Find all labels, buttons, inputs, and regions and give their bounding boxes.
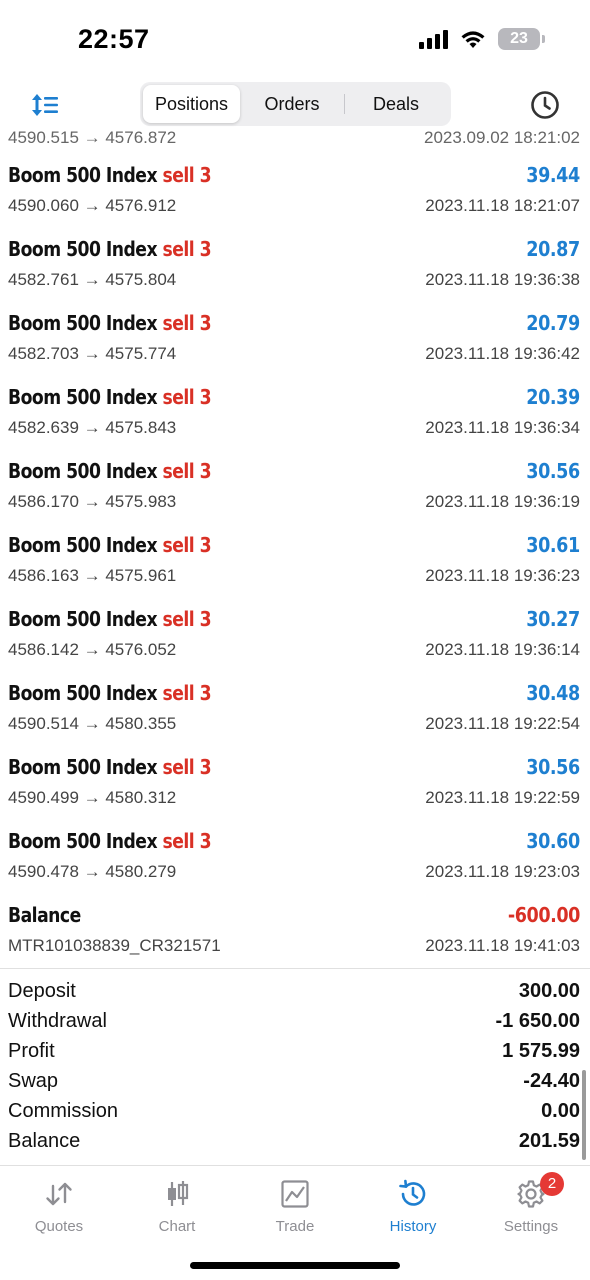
deal-title: Boom 500 Index sell 3 (8, 607, 212, 631)
summary-value: 201.59 (518, 1130, 580, 1152)
balance-title: Balance (8, 903, 81, 927)
summary-label: Withdrawal (8, 1010, 107, 1032)
deal-profit: 30.56 (526, 755, 581, 779)
cellular-signal-icon (419, 29, 448, 49)
tab-trade[interactable]: Trade (236, 1178, 354, 1244)
status-bar: 22:57 23 (0, 0, 590, 80)
summary-row-withdrawal: Withdrawal -1 650.00 (0, 1006, 590, 1036)
summary-label: Deposit (8, 980, 76, 1002)
deal-action: sell 3 (162, 681, 212, 705)
battery-icon: 23 (498, 28, 545, 50)
deal-title: Boom 500 Index sell 3 (8, 311, 212, 335)
list-item[interactable]: Boom 500 Index sell 3 4582.639 → 4575.84… (0, 350, 590, 437)
deal-title: Boom 500 Index sell 3 (8, 237, 212, 261)
tab-label: Chart (158, 1218, 196, 1235)
summary-row-swap: Swap -24.40 (0, 1066, 590, 1096)
deal-action: sell 3 (162, 533, 212, 557)
tab-settings[interactable]: 2 Settings (472, 1172, 590, 1244)
summary-label: Swap (8, 1070, 59, 1092)
quotes-arrows-icon (46, 1182, 72, 1206)
summary-label: Profit (8, 1040, 55, 1062)
home-indicator[interactable] (190, 1262, 400, 1269)
list-item[interactable]: Boom 500 Index sell 3 4590.478 → 4580.27… (0, 794, 590, 881)
history-clock-icon (399, 1179, 426, 1206)
status-icons: 23 (419, 28, 545, 50)
deal-title: Boom 500 Index sell 3 (8, 681, 212, 705)
tab-orders[interactable]: Orders (240, 85, 344, 123)
list-item[interactable]: Boom 500 Index sell 3 4590.499 → 4580.31… (0, 720, 590, 807)
summary-value: 300.00 (518, 980, 580, 1002)
balance-entry[interactable]: Balance MTR101038839_CR321571 -600.00 20… (0, 868, 590, 955)
segmented-control: Positions Orders Deals (140, 82, 451, 126)
deal-action: sell 3 (162, 385, 212, 409)
list-item[interactable]: Boom 500 Index sell 3 4582.761 → 4575.80… (0, 202, 590, 289)
summary-value: -24.40 (523, 1070, 580, 1092)
tab-label: Settings (503, 1218, 559, 1235)
summary-value: -1 650.00 (495, 1010, 580, 1032)
deal-action: sell 3 (162, 829, 212, 853)
summary-row-deposit: Deposit 300.00 (0, 976, 590, 1006)
summary-row-profit: Profit 1 575.99 (0, 1036, 590, 1066)
deal-profit: 20.79 (526, 311, 581, 335)
deal-title: Boom 500 Index sell 3 (8, 163, 212, 187)
summary-label: Balance (8, 1130, 81, 1152)
summary-value: 0.00 (541, 1100, 580, 1122)
list-item[interactable]: Boom 500 Index sell 3 4586.163 → 4575.96… (0, 498, 590, 585)
deal-action: sell 3 (162, 163, 212, 187)
deal-action: sell 3 (162, 311, 212, 335)
deal-action: sell 3 (162, 755, 212, 779)
deal-action: sell 3 (162, 459, 212, 483)
tab-quotes[interactable]: Quotes (0, 1178, 118, 1244)
deal-action: sell 3 (162, 237, 212, 261)
summary-row-balance: Balance 201.59 (0, 1126, 590, 1156)
top-nav: Positions Orders Deals (0, 80, 590, 128)
deal-title: Boom 500 Index sell 3 (8, 459, 212, 483)
balance-amount: -600.00 (507, 903, 581, 927)
deal-action: sell 3 (162, 607, 212, 631)
deals-list: 4590.515 → 4576.872 2023.09.02 18:21:02 … (0, 128, 590, 966)
deal-title: Boom 500 Index sell 3 (8, 829, 212, 853)
tab-deals[interactable]: Deals (344, 85, 448, 123)
summary-divider (0, 968, 590, 969)
deal-title: Boom 500 Index sell 3 (8, 755, 212, 779)
balance-date: 2023.11.18 19:41:03 (425, 936, 580, 955)
summary-row-commission: Commission 0.00 (0, 1096, 590, 1126)
list-item[interactable]: Boom 500 Index sell 3 4586.142 → 4576.05… (0, 572, 590, 659)
wifi-icon (460, 29, 486, 49)
summary: Deposit 300.00 Withdrawal -1 650.00 Prof… (0, 976, 590, 1156)
deal-profit: 30.56 (526, 459, 581, 483)
balance-comment: MTR101038839_CR321571 (8, 936, 221, 955)
deal-profit: 30.48 (526, 681, 581, 705)
tab-chart[interactable]: Chart (118, 1178, 236, 1244)
candlestick-icon (168, 1181, 189, 1206)
deal-profit: 39.44 (526, 163, 581, 187)
list-item[interactable]: Boom 500 Index sell 3 4582.703 → 4575.77… (0, 276, 590, 363)
clock-icon[interactable] (528, 88, 562, 122)
deal-profit: 30.27 (526, 607, 581, 631)
list-item[interactable]: Boom 500 Index sell 3 4590.060 → 4576.91… (0, 128, 590, 215)
tab-positions[interactable]: Positions (143, 85, 240, 123)
list-item[interactable]: Boom 500 Index sell 3 4586.170 → 4575.98… (0, 424, 590, 511)
deal-profit: 30.61 (526, 533, 581, 557)
deal-profit: 20.87 (526, 237, 581, 261)
tab-label: History (389, 1218, 437, 1235)
summary-value: 1 575.99 (502, 1040, 580, 1062)
sort-icon[interactable] (28, 88, 62, 122)
tab-label: Quotes (34, 1218, 84, 1235)
deal-title: Boom 500 Index sell 3 (8, 385, 212, 409)
summary-label: Commission (8, 1100, 119, 1122)
status-time: 22:57 (78, 24, 150, 54)
deal-title: Boom 500 Index sell 3 (8, 533, 212, 557)
deal-profit: 20.39 (526, 385, 581, 409)
tab-label: Trade (275, 1218, 315, 1235)
deal-profit: 30.60 (526, 829, 581, 853)
trade-chart-icon (281, 1180, 309, 1208)
scrollbar[interactable] (582, 1070, 586, 1160)
list-item[interactable]: Boom 500 Index sell 3 4590.514 → 4580.35… (0, 646, 590, 733)
tab-history[interactable]: History (354, 1178, 472, 1244)
notification-badge: 2 (540, 1172, 564, 1196)
